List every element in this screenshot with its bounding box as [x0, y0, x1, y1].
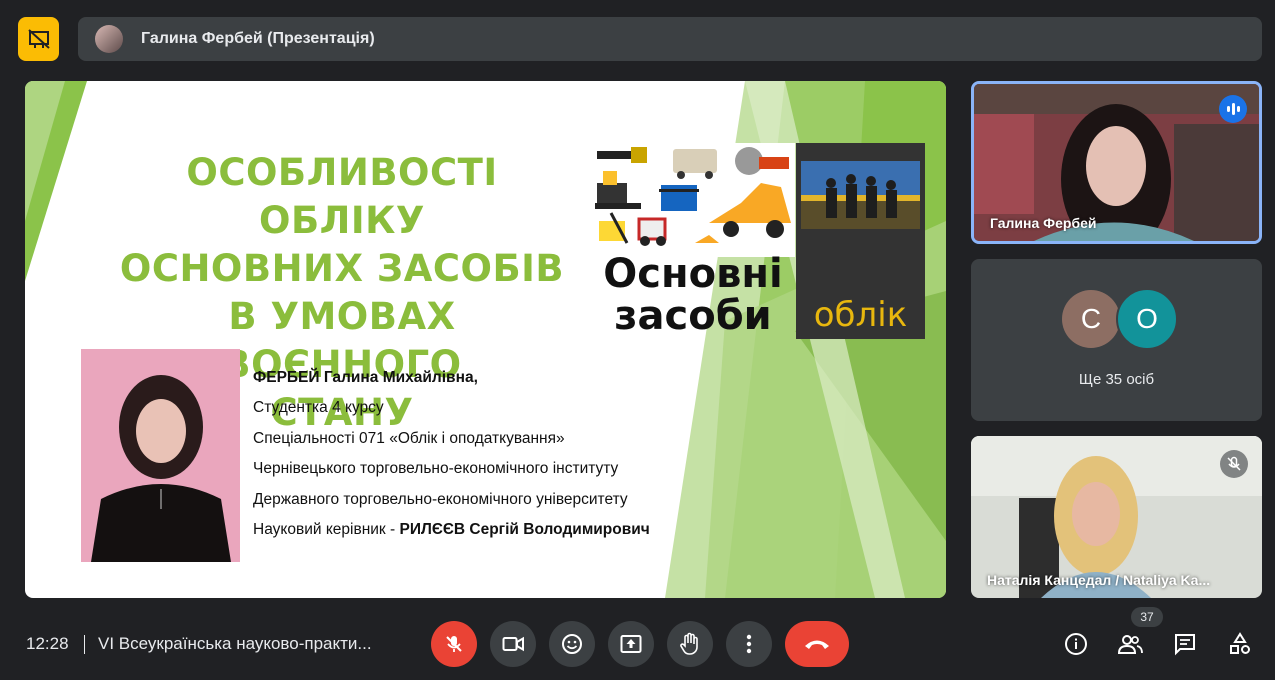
info-icon — [1065, 633, 1087, 655]
chat-icon — [1175, 634, 1195, 656]
activities-button[interactable] — [1225, 629, 1255, 659]
people-icon — [1117, 635, 1143, 654]
mic-toggle-button[interactable] — [431, 621, 477, 667]
fixed-assets-caption-line: засоби — [614, 293, 772, 339]
presentation-app-button[interactable] — [18, 17, 59, 61]
advisor-prefix: Науковий керівник - — [253, 520, 396, 538]
hang-up-icon — [805, 640, 829, 649]
author-institute: Чернівецького торговельно-економічного і… — [253, 460, 619, 478]
clock: 12:28 — [26, 634, 69, 653]
advisor-line: Науковий керівник - РИЛЄЄВ Сергій Володи… — [253, 515, 650, 545]
meeting-details-button[interactable] — [1061, 629, 1091, 659]
speaker-tile[interactable]: Галина Фербей — [971, 81, 1262, 244]
speaker-name: Галина Фербей — [990, 215, 1097, 231]
muted-icon — [1220, 450, 1248, 478]
presenter-avatar — [95, 25, 123, 53]
people-button[interactable] — [1115, 629, 1145, 659]
shared-presentation: ОСОБЛИВОСТІ ОБЛІКУ ОСНОВНИХ ЗАСОБІВ В УМ… — [25, 81, 946, 598]
accounting-word: облік — [813, 295, 908, 335]
author-specialty: Спеціальності 071 «Облік і оподаткування… — [253, 429, 565, 447]
presenter-bar: Галина Фербей (Презентація) — [78, 17, 1262, 61]
slide-title-line: ОСНОВНИХ ЗАСОБІВ — [119, 247, 565, 290]
speaking-indicator-icon — [1219, 95, 1247, 123]
mic-off-icon — [446, 636, 462, 652]
participant-avatar: О — [1116, 288, 1178, 350]
people-count-badge: 37 — [1131, 607, 1163, 627]
fixed-assets-caption-line: Основні — [603, 251, 783, 297]
student-portrait-image — [81, 349, 240, 562]
author-info: ФЕРБЕЙ Галина Михайлівна, Студентка 4 ку… — [253, 363, 650, 545]
participant-avatar: С — [1062, 290, 1120, 348]
participant-tile[interactable]: Наталія Канцедал / Nataliya Ka... — [971, 436, 1262, 598]
flag-soldiers-image — [801, 161, 920, 229]
author-course: Студентка 4 курсу — [253, 399, 384, 417]
student-photo — [81, 349, 240, 562]
reactions-button[interactable] — [549, 621, 595, 667]
presenter-label: Галина Фербей (Презентація) — [141, 30, 375, 47]
present-screen-icon — [620, 635, 642, 653]
author-university: Державного торговельно-економічного унів… — [253, 490, 628, 508]
divider — [84, 635, 85, 654]
chat-button[interactable] — [1170, 629, 1200, 659]
meeting-title: VI Всеукраїнська науково-практи... — [98, 634, 372, 653]
slide-title-line: ОСОБЛИВОСТІ ОБЛІКУ — [186, 151, 498, 242]
activities-icon — [1230, 632, 1250, 654]
end-call-button[interactable] — [785, 621, 849, 667]
participant-name: Наталія Канцедал / Nataliya Ka... — [987, 572, 1211, 588]
present-button[interactable] — [608, 621, 654, 667]
equipment-collage-image — [591, 143, 795, 257]
hand-icon — [680, 632, 698, 655]
more-options-button[interactable] — [726, 621, 772, 667]
camera-toggle-button[interactable] — [490, 621, 536, 667]
advisor-name: РИЛЄЄВ Сергій Володимирович — [395, 520, 650, 538]
more-vert-icon — [746, 634, 752, 654]
raise-hand-button[interactable] — [667, 621, 713, 667]
more-participants-label: Ще 35 осіб — [1078, 371, 1155, 388]
accounting-panel: облік — [796, 143, 925, 339]
fixed-assets-caption: Основні засоби — [591, 253, 795, 337]
presentation-off-icon — [27, 29, 50, 49]
camera-icon — [502, 636, 524, 652]
more-participants-tile[interactable]: С О Ще 35 осіб — [971, 259, 1262, 421]
author-name: ФЕРБЕЙ Галина Михайлівна, — [253, 369, 478, 386]
emoji-icon — [562, 634, 582, 654]
